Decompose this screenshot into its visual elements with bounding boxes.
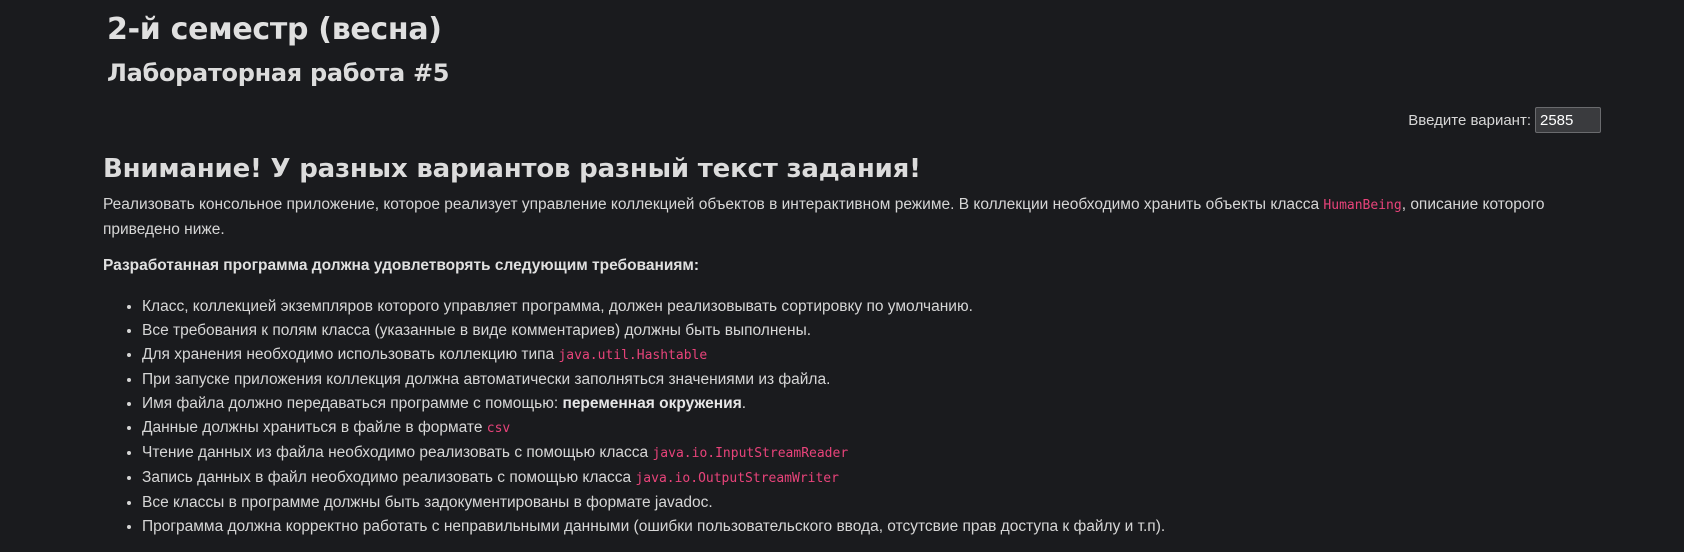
- list-item: Данные должны храниться в файле в формат…: [142, 416, 1165, 441]
- requirement-text: Чтение данных из файла необходимо реализ…: [142, 444, 653, 461]
- requirement-text: Для хранения необходимо использовать кол…: [142, 346, 559, 363]
- requirements-list: Класс, коллекцией экземпляров которого у…: [103, 295, 1165, 539]
- list-item: Чтение данных из файла необходимо реализ…: [142, 441, 1165, 466]
- requirement-code: java.io.OutputStreamWriter: [635, 471, 839, 486]
- requirement-code: java.util.Hashtable: [558, 348, 708, 363]
- requirement-text: Класс, коллекцией экземпляров которого у…: [142, 298, 973, 315]
- requirement-text: Запись данных в файл необходимо реализов…: [142, 469, 636, 486]
- requirement-text: Все требования к полям класса (указанные…: [142, 322, 812, 339]
- semester-title: 2-й семестр (весна): [107, 12, 442, 47]
- list-item: Программа должна корректно работать с не…: [142, 515, 1165, 539]
- list-item: Имя файла должно передаваться программе …: [142, 392, 1165, 416]
- class-name-code: HumanBeing: [1323, 198, 1402, 213]
- requirement-text: При запуске приложения коллекция должна …: [142, 371, 831, 388]
- variant-label: Введите вариант:: [1408, 111, 1531, 129]
- list-item: При запуске приложения коллекция должна …: [142, 368, 1165, 392]
- list-item: Класс, коллекцией экземпляров которого у…: [142, 295, 1165, 319]
- requirement-code: java.io.InputStreamReader: [652, 446, 849, 461]
- requirement-text: Программа должна корректно работать с не…: [142, 518, 1166, 535]
- list-item: Запись данных в файл необходимо реализов…: [142, 466, 1165, 491]
- variant-selector: Введите вариант:: [1408, 107, 1601, 133]
- variant-input[interactable]: [1535, 107, 1601, 133]
- page: 2-й семестр (весна) Лабораторная работа …: [0, 0, 1684, 552]
- requirement-text: Все классы в программе должны быть задок…: [142, 494, 713, 511]
- requirements-heading: Разработанная программа должна удовлетво…: [103, 257, 700, 274]
- requirement-text-end: .: [741, 395, 747, 412]
- requirement-text: Данные должны храниться в файле в формат…: [142, 419, 487, 436]
- list-item: Все требования к полям класса (указанные…: [142, 319, 1165, 343]
- lab-title: Лабораторная работа #5: [107, 59, 450, 87]
- list-item: Для хранения необходимо использовать кол…: [142, 343, 1165, 368]
- intro-paragraph: Реализовать консольное приложение, котор…: [103, 193, 1603, 242]
- warning-heading: Внимание! У разных вариантов разный текс…: [103, 154, 921, 184]
- intro-text: Реализовать консольное приложение, котор…: [103, 196, 1324, 213]
- requirement-emphasis: переменная окружения: [562, 395, 742, 412]
- list-item: Все классы в программе должны быть задок…: [142, 491, 1165, 515]
- requirement-code: csv: [486, 421, 511, 436]
- requirement-text: Имя файла должно передаваться программе …: [142, 395, 563, 412]
